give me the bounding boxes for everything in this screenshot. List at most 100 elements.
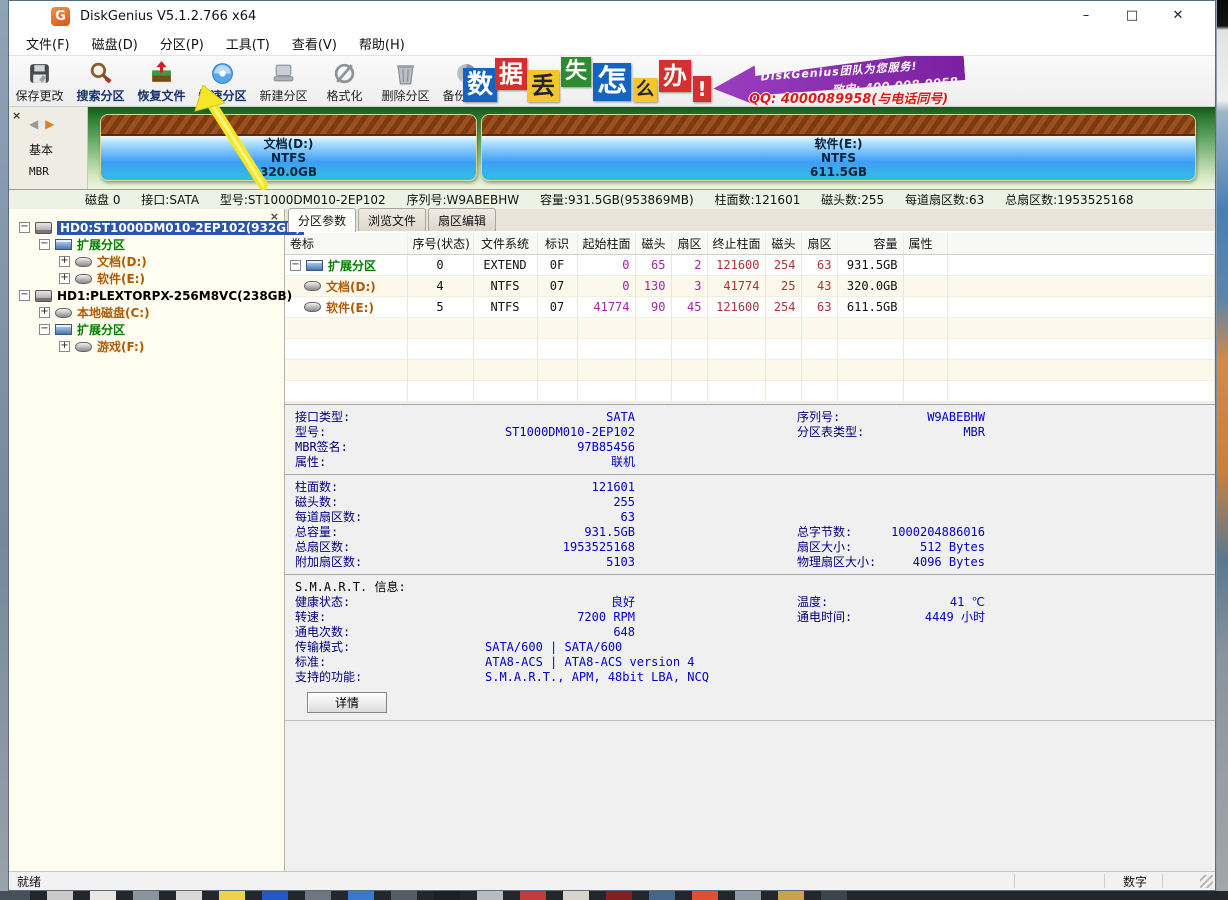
disk-info-segment: 柱面数:121601 (714, 193, 800, 207)
menu-view[interactable]: 查看(V) (281, 32, 348, 55)
table-row-extended[interactable]: 扩展分区 0 EXTEND 0F 0 65 2 121600 254 63 93… (285, 255, 1215, 276)
col-header[interactable]: 标识 (537, 233, 577, 255)
quick-partition-button[interactable]: 快速分区 (192, 56, 253, 106)
save-changes-button[interactable]: 保存更改 (9, 56, 70, 106)
info-value: ST1000DM010-2EP102 (505, 425, 635, 440)
drive-icon (75, 274, 92, 284)
tree-close-icon[interactable]: × (270, 210, 279, 223)
search-partition-button[interactable]: 搜索分区 (70, 56, 131, 106)
row-label: 文档(D:) (326, 278, 376, 295)
col-header[interactable]: 属性 (903, 233, 947, 255)
table-row-empty (285, 360, 1215, 381)
toolbar-button-label: 格式化 (326, 87, 362, 104)
forward-icon[interactable]: ▶ (45, 117, 54, 131)
table-row-drive-d[interactable]: 文档(D:) 4 NTFS 07 0 130 3 41774 25 43 320… (285, 276, 1215, 297)
info-value: 512 Bytes (920, 540, 985, 555)
tab-partition-params[interactable]: 分区参数 (288, 208, 356, 232)
col-header[interactable]: 文件系统 (473, 233, 537, 255)
drive-icon (304, 281, 321, 291)
collapse-icon[interactable] (39, 239, 50, 250)
col-header[interactable]: 序号(状态) (407, 233, 473, 255)
tree-item-drive-f[interactable]: 游戏(F:) (9, 338, 284, 355)
expand-icon[interactable] (59, 273, 70, 284)
info-value: MBR (963, 425, 985, 440)
info-section-smart: S.M.A.R.T. 信息: 健康状态:良好 转速:7200 RPM 通电次数:… (285, 574, 1215, 720)
tree-item-extended-hd1[interactable]: 扩展分区 (9, 321, 284, 338)
expand-icon[interactable] (59, 256, 70, 267)
info-label: 通电次数: (295, 625, 350, 639)
format-button[interactable]: 格式化 (314, 56, 375, 106)
smart-detail-button[interactable]: 详情 (307, 692, 387, 713)
collapse-icon[interactable] (19, 290, 30, 301)
cell-start-sector: 45 (671, 297, 707, 318)
expand-icon[interactable] (59, 341, 70, 352)
col-header[interactable]: 磁头 (765, 233, 801, 255)
info-value: 255 (613, 495, 635, 510)
col-header[interactable]: 磁头 (635, 233, 671, 255)
tree-item-extended-hd0[interactable]: 扩展分区 (9, 236, 284, 253)
partition-fs: NTFS (101, 151, 476, 165)
smart-section-title: S.M.A.R.T. 信息: (295, 580, 1215, 595)
tab-browse-files[interactable]: 浏览文件 (358, 208, 426, 231)
partition-bar-e[interactable]: 软件(E:) NTFS 611.5GB (481, 114, 1196, 181)
partition-name: 文档(D:) (101, 137, 476, 151)
tab-sector-edit[interactable]: 扇区编辑 (428, 208, 496, 231)
disk-info-segment: 磁头数:255 (821, 193, 884, 207)
cell-start-cyl: 0 (577, 255, 635, 276)
drive-icon (75, 342, 92, 352)
resize-grip[interactable] (1200, 875, 1213, 888)
menu-partition[interactable]: 分区(P) (149, 32, 215, 55)
new-partition-button[interactable]: 新建分区 (253, 56, 314, 106)
tree-item-hd0[interactable]: HD0:ST1000DM010-2EP102(932GB) (9, 219, 284, 236)
info-value: 121601 (592, 480, 635, 495)
tree-item-label: 扩展分区 (77, 236, 125, 253)
tree-item-drive-d[interactable]: 文档(D:) (9, 253, 284, 270)
tree-item-drive-c[interactable]: 本地磁盘(C:) (9, 304, 284, 321)
close-icon[interactable]: ✕ (1155, 1, 1201, 31)
menu-tools[interactable]: 工具(T) (215, 32, 281, 55)
collapse-icon[interactable] (19, 222, 30, 233)
ad-tile: 丢 (527, 70, 559, 102)
quick-partition-icon (210, 61, 235, 86)
info-label: 传输模式: (295, 640, 350, 654)
partition-bar-body: 文档(D:) NTFS 320.0GB (101, 136, 476, 181)
info-label: 健康状态: (295, 595, 350, 609)
tree-item-label: HD0:ST1000DM010-2EP102(932GB) (57, 221, 304, 235)
ad-tile: 办 (659, 60, 691, 92)
maximize-icon[interactable]: □ (1109, 1, 1155, 31)
cell-start-cyl: 41774 (577, 297, 635, 318)
collapse-icon[interactable] (39, 324, 50, 335)
ad-tile: 怎 (593, 63, 631, 101)
panel-close-icon[interactable]: × (12, 109, 21, 122)
cell-start-head: 130 (635, 276, 671, 297)
menu-help[interactable]: 帮助(H) (348, 32, 416, 55)
col-header[interactable]: 卷标 (285, 233, 407, 255)
col-header[interactable]: 终止柱面 (707, 233, 765, 255)
ad-tile: 数 (463, 68, 497, 102)
delete-partition-button[interactable]: 删除分区 (375, 56, 436, 106)
partition-name: 软件(E:) (482, 137, 1195, 151)
minimize-icon[interactable]: – (1063, 1, 1109, 31)
tree-item-drive-e[interactable]: 软件(E:) (9, 270, 284, 287)
collapse-icon[interactable] (290, 260, 301, 271)
recover-files-button[interactable]: 恢复文件 (131, 56, 192, 106)
col-header[interactable]: 起始柱面 (577, 233, 635, 255)
col-header[interactable]: 扇区 (671, 233, 707, 255)
ad-tile: 失 (561, 57, 591, 87)
info-value: SATA/600 | SATA/600 (485, 640, 622, 655)
tree-item-hd1[interactable]: HD1:PLEXTORPX-256M8VC(238GB) (9, 287, 284, 304)
menu-file[interactable]: 文件(F) (15, 32, 81, 55)
expand-icon[interactable] (39, 307, 50, 318)
partition-bar-d[interactable]: 文档(D:) NTFS 320.0GB (100, 114, 477, 181)
tree-item-label: HD1:PLEXTORPX-256M8VC(238GB) (57, 289, 292, 303)
back-icon[interactable]: ◀ (29, 117, 38, 131)
ad-banner[interactable]: 数 据 丢 失 怎 么 办 ! DiskGenius团队为您服务! 致电: 40… (461, 56, 967, 106)
menu-disk[interactable]: 磁盘(D) (81, 32, 149, 55)
extended-partition-icon (55, 324, 72, 335)
info-section-identity: 接口类型:SATA 型号:ST1000DM010-2EP102 MBR签名:97… (285, 404, 1215, 474)
disk-info-segment: 总扇区数:1953525168 (1005, 193, 1133, 207)
table-row-drive-e[interactable]: 软件(E:) 5 NTFS 07 41774 90 45 121600 254 … (285, 297, 1215, 318)
col-header[interactable]: 扇区 (801, 233, 837, 255)
taskbar-icons-sliver[interactable] (0, 891, 1228, 900)
col-header[interactable]: 容量 (837, 233, 903, 255)
